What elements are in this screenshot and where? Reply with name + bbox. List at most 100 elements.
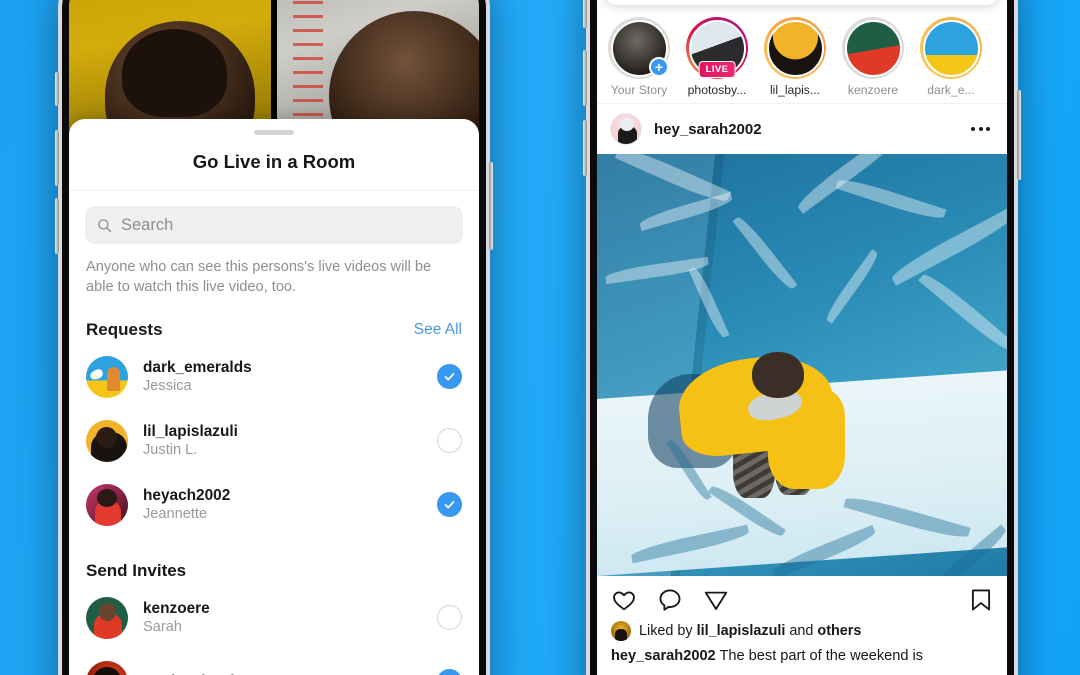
story-label: kenzoere <box>847 83 899 97</box>
likes-mid: and <box>785 623 818 639</box>
list-item[interactable]: heyach2002 Jeannette <box>69 473 479 537</box>
search-placeholder: Search <box>121 215 174 234</box>
send-invites-list: kenzoere Sarah travis_shreds18 <box>69 581 479 675</box>
right-phone-screen: live in their room + Your Story LIVE pho… <box>597 0 1007 675</box>
sheet-description: Anyone who can see this persons's live v… <box>86 259 432 295</box>
story-label: photosby... <box>687 83 747 97</box>
story-tray[interactable]: + Your Story LIVE photosby... lil_lapis.… <box>597 0 1007 104</box>
list-item-fullname: Jessica <box>143 377 192 394</box>
requests-list: dark_emeralds Jessica lil_lapislazuli Ju… <box>69 340 479 537</box>
post-image-person <box>648 350 872 504</box>
story-item-photosby[interactable]: LIVE photosby... <box>685 17 749 97</box>
list-item-text: dark_emeralds Jessica <box>143 358 422 396</box>
select-toggle[interactable] <box>437 492 462 518</box>
select-toggle[interactable] <box>437 669 462 675</box>
story-item-lil-lapis[interactable]: lil_lapis... <box>763 17 827 97</box>
likes-row[interactable]: Liked by lil_lapislazuli and others <box>597 619 1007 645</box>
left-phone-volume-up-button[interactable] <box>55 130 59 186</box>
avatar <box>86 660 128 675</box>
comment-icon[interactable] <box>657 587 683 613</box>
list-item-username: lil_lapislazuli <box>143 422 238 440</box>
right-phone-power-button[interactable] <box>1017 90 1021 180</box>
left-phone-volume-down-button[interactable] <box>55 198 59 254</box>
list-item-username: kenzoere <box>143 599 210 617</box>
select-toggle[interactable] <box>437 364 462 390</box>
caption-username[interactable]: hey_sarah2002 <box>611 648 716 664</box>
story-item-kenzoere[interactable]: kenzoere <box>841 17 905 97</box>
avatar <box>86 483 128 526</box>
story-thumbnail <box>766 19 824 77</box>
story-label: Your Story <box>610 83 668 97</box>
avatar[interactable] <box>610 113 642 145</box>
check-icon <box>444 501 455 509</box>
story-ring <box>764 17 826 79</box>
list-item[interactable]: dark_emeralds Jessica <box>69 345 479 409</box>
likes-others[interactable]: others <box>817 623 861 639</box>
list-item-text: lil_lapislazuli Justin L. <box>143 422 422 460</box>
right-phone-mute-switch[interactable] <box>583 0 587 28</box>
caption-text: The best part of the weekend is <box>715 648 924 664</box>
left-phone-screen: Go Live in a Room Search Anyone who can … <box>69 0 479 675</box>
avatar <box>86 355 128 398</box>
select-toggle[interactable] <box>437 428 462 454</box>
right-phone-volume-down-button[interactable] <box>583 120 587 176</box>
heart-icon[interactable] <box>611 587 637 613</box>
post-actions <box>597 576 1007 619</box>
search-icon <box>98 218 112 232</box>
list-item[interactable]: kenzoere Sarah <box>69 586 479 650</box>
story-thumbnail <box>844 19 902 77</box>
live-video-tile-left[interactable] <box>69 0 271 133</box>
left-phone-device: Go Live in a Room Search Anyone who can … <box>55 0 493 675</box>
bookmark-icon[interactable] <box>969 587 993 613</box>
left-phone-mute-switch[interactable] <box>55 72 59 106</box>
right-phone-device: live in their room + Your Story LIVE pho… <box>583 0 1021 675</box>
story-label: lil_lapis... <box>769 83 821 97</box>
see-all-button[interactable]: See All <box>414 321 462 339</box>
go-live-bottom-sheet: Go Live in a Room Search Anyone who can … <box>69 119 479 675</box>
post-image[interactable] <box>597 154 1007 576</box>
post-header: hey_sarah2002 <box>597 104 1007 154</box>
list-item-text: kenzoere Sarah <box>143 599 422 637</box>
story-item-your-story[interactable]: + Your Story <box>607 17 671 97</box>
post-caption: hey_sarah2002 The best part of the weeke… <box>597 645 1007 666</box>
list-item[interactable]: lil_lapislazuli Justin L. <box>69 409 479 473</box>
avatar <box>86 596 128 639</box>
story-item-dark-emeralds[interactable]: dark_e... <box>919 17 983 97</box>
live-video-grid <box>69 0 479 133</box>
left-phone-power-button[interactable] <box>489 162 493 250</box>
list-item-fullname: Sarah <box>143 618 182 635</box>
story-thumbnail <box>922 19 980 77</box>
avatar <box>86 419 128 462</box>
add-story-plus-icon[interactable]: + <box>649 57 669 77</box>
more-options-icon[interactable] <box>971 127 994 131</box>
check-icon <box>444 373 455 381</box>
story-ring <box>920 17 982 79</box>
live-room-toast[interactable]: live in their room <box>605 0 999 5</box>
story-label: dark_e... <box>927 83 975 97</box>
list-item-text: heyach2002 Jeannette <box>143 486 422 524</box>
list-item-fullname: Justin L. <box>143 441 198 458</box>
share-icon[interactable] <box>703 587 729 613</box>
requests-section-header: Requests See All <box>69 298 479 340</box>
story-ring <box>842 17 904 79</box>
post-username[interactable]: hey_sarah2002 <box>654 121 959 138</box>
list-item[interactable]: travis_shreds18 <box>69 650 479 675</box>
search-input[interactable]: Search <box>85 206 463 244</box>
instagram-feed: live in their room + Your Story LIVE pho… <box>597 0 1007 675</box>
live-badge: LIVE <box>698 61 736 78</box>
send-invites-section-header: Send Invites <box>69 537 479 581</box>
list-item-fullname: Jeannette <box>143 505 208 522</box>
right-phone-volume-up-button[interactable] <box>583 50 587 106</box>
liker-avatar <box>611 621 631 641</box>
list-item-username: dark_emeralds <box>143 358 252 376</box>
select-toggle[interactable] <box>437 605 462 631</box>
live-video-tile-right[interactable] <box>271 0 479 133</box>
likes-text: Liked by lil_lapislazuli and others <box>639 623 861 639</box>
search-container: Search <box>69 191 479 244</box>
sheet-title: Go Live in a Room <box>69 135 479 191</box>
list-item-username: heyach2002 <box>143 486 231 504</box>
send-invites-heading: Send Invites <box>86 560 187 580</box>
likes-prefix: Liked by <box>639 623 697 639</box>
likes-username[interactable]: lil_lapislazuli <box>697 623 786 639</box>
requests-heading: Requests <box>86 319 163 339</box>
